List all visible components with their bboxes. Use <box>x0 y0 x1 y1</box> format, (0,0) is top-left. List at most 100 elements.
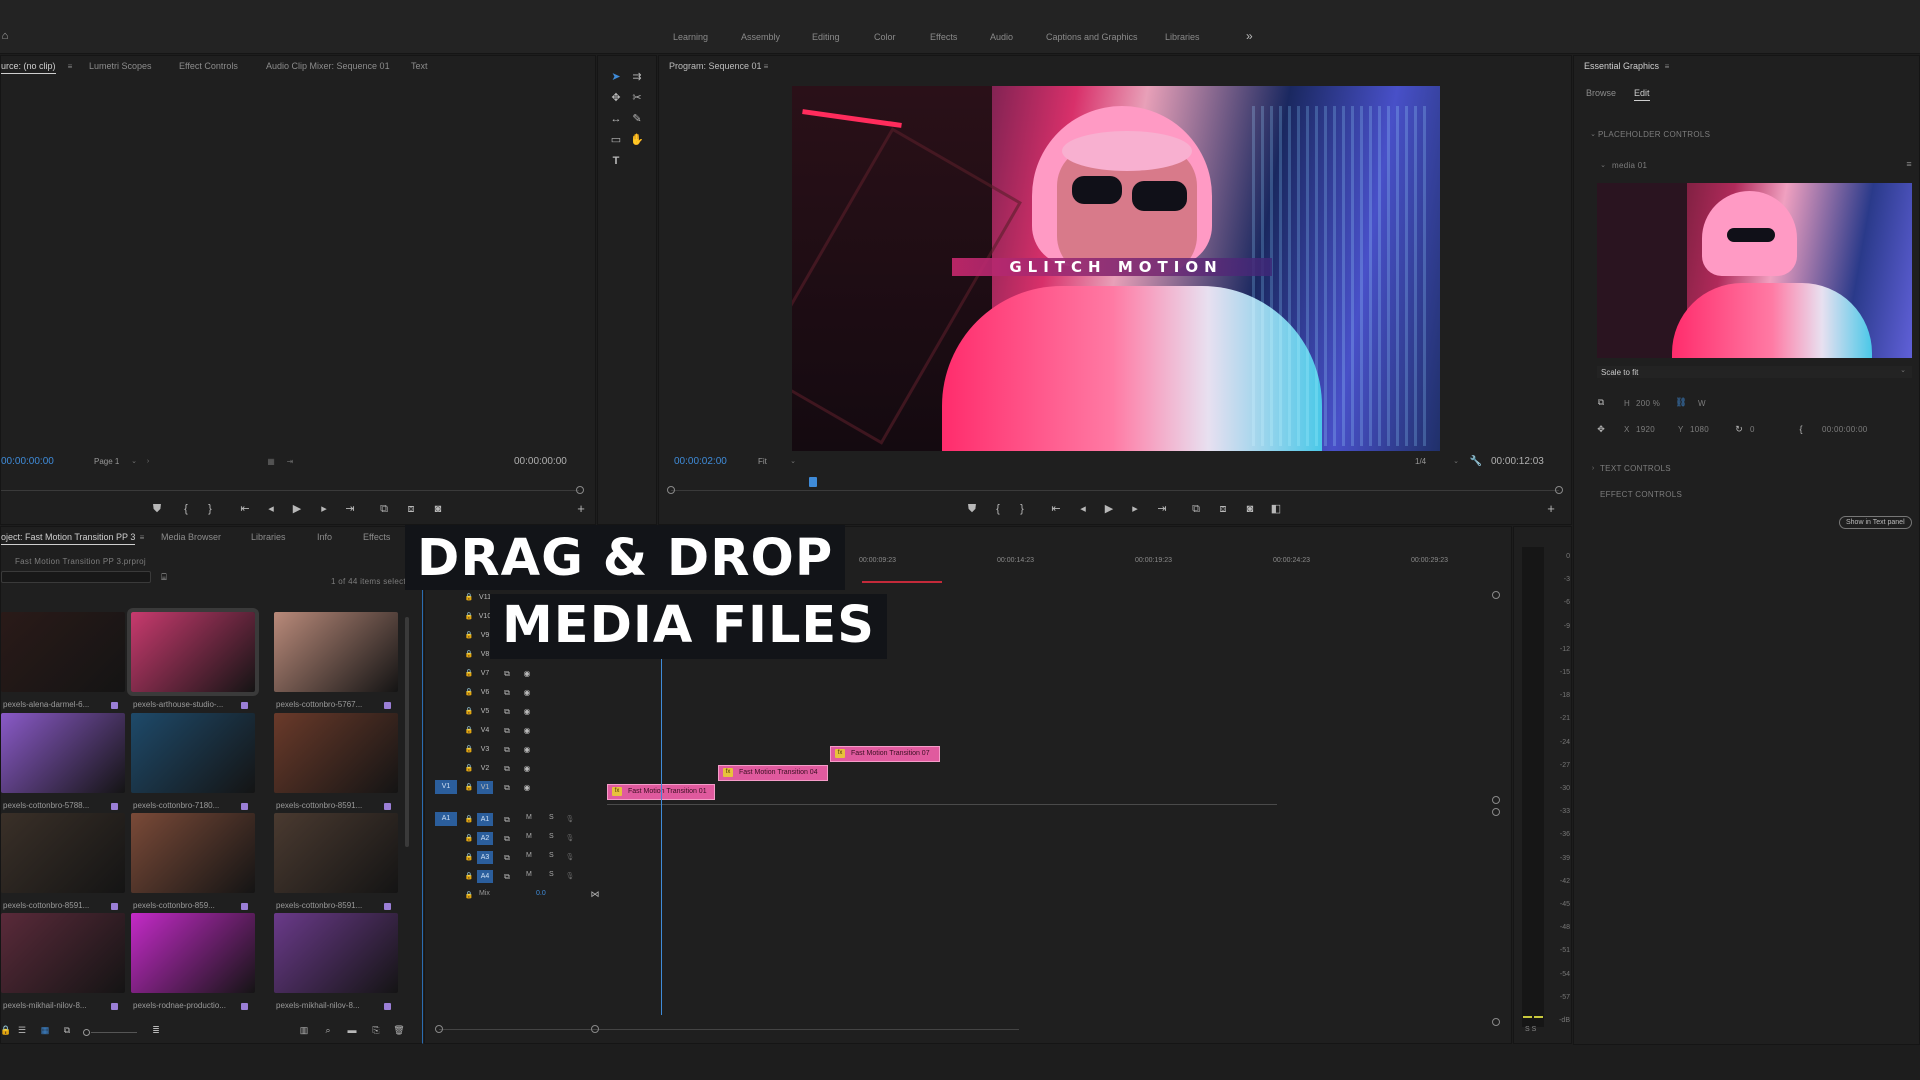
track-name-v2[interactable]: V2 <box>477 762 493 775</box>
safe-margins-icon[interactable]: ▦ <box>264 456 278 468</box>
voice-over-record-icon[interactable]: 🎙 <box>563 852 577 864</box>
mute-button[interactable]: M <box>526 871 532 878</box>
source-patch-v1[interactable]: V1 <box>435 780 457 794</box>
find-icon[interactable]: ⌕ <box>321 1024 335 1036</box>
track-name-v5[interactable]: V5 <box>477 705 493 718</box>
export-frame-icon[interactable]: ⇥ <box>283 456 297 468</box>
mute-button[interactable]: M <box>526 814 532 821</box>
solo-button[interactable]: S <box>549 833 554 840</box>
chevron-down-icon[interactable]: ⌄ <box>1449 456 1463 468</box>
vertical-scroll-handle[interactable] <box>1492 591 1500 599</box>
label-color-badge[interactable] <box>384 903 391 910</box>
clip-fast-motion-transition-04[interactable]: Fast Motion Transition 04 <box>718 765 828 781</box>
solo-buttons[interactable]: S S <box>1525 1026 1536 1033</box>
workspace-audio[interactable]: Audio <box>990 32 1013 42</box>
track-name-v3[interactable]: V3 <box>477 743 493 756</box>
track-lock-icon[interactable]: 🔒 <box>462 782 476 794</box>
go-to-out-icon[interactable]: ⇥ <box>343 503 357 515</box>
mute-button[interactable]: M <box>526 852 532 859</box>
effect-controls-header[interactable]: EFFECT CONTROLS <box>1600 490 1682 499</box>
trash-icon[interactable]: 🗑 <box>392 1024 406 1036</box>
media-layer-label[interactable]: media 01 <box>1612 161 1647 170</box>
selection-tool-icon[interactable]: ➤ <box>609 71 623 83</box>
project-scrollbar[interactable] <box>405 617 409 847</box>
chevron-right-icon[interactable]: › <box>141 456 155 468</box>
media-thumbnail[interactable] <box>127 608 259 696</box>
workspace-learning[interactable]: Learning <box>673 32 708 42</box>
track-name-a2[interactable]: A2 <box>477 832 493 845</box>
track-name-v1[interactable]: V1 <box>477 781 493 794</box>
tab-text[interactable]: Text <box>411 61 428 71</box>
track-name-a1[interactable]: A1 <box>477 813 493 826</box>
eye-icon[interactable]: ◉ <box>520 725 534 737</box>
text-controls-header[interactable]: TEXT CONTROLS <box>1600 464 1671 473</box>
placeholder-controls-header[interactable]: PLACEHOLDER CONTROLS <box>1598 130 1710 139</box>
mix-volume-value[interactable]: 0.0 <box>536 890 546 897</box>
sync-lock-icon[interactable]: ⧉ <box>500 833 514 845</box>
media-thumbnail[interactable] <box>131 813 255 893</box>
solo-button[interactable]: S <box>549 852 554 859</box>
track-lock-icon[interactable]: 🔒 <box>462 706 476 718</box>
zoom-handle-right[interactable] <box>591 1025 599 1033</box>
camera-icon[interactable]: ◙ <box>431 503 445 515</box>
fit-select[interactable]: Fit <box>758 457 767 466</box>
tab-media-browser[interactable]: Media Browser <box>161 532 221 542</box>
resolution-select[interactable]: 1/4 <box>1415 457 1426 466</box>
track-lock-icon[interactable]: 🔒 <box>462 890 476 902</box>
media-thumbnail[interactable] <box>131 913 255 993</box>
media-thumbnail[interactable] <box>1 713 125 793</box>
add-marker-icon[interactable]: ⛊ <box>150 503 164 515</box>
sync-lock-icon[interactable]: ⧉ <box>500 814 514 826</box>
solo-button[interactable]: S <box>549 871 554 878</box>
sync-lock-icon[interactable]: ⧉ <box>500 782 514 794</box>
eye-icon[interactable]: ◉ <box>520 763 534 775</box>
program-video-frame[interactable]: GLITCH MOTION <box>792 86 1440 451</box>
track-name-v7[interactable]: V7 <box>477 667 493 680</box>
program-timecode[interactable]: 00:00:02:00 <box>674 456 727 467</box>
pen-tool-icon[interactable]: ✎ <box>630 113 644 125</box>
work-area-bar[interactable] <box>862 581 942 583</box>
program-playhead[interactable] <box>809 477 818 487</box>
scrub-end-handle[interactable] <box>576 486 584 494</box>
layer-menu-icon[interactable]: ≡ <box>1902 158 1916 170</box>
add-marker-icon[interactable]: ⛊ <box>965 503 979 515</box>
y-value[interactable]: 1080 <box>1690 425 1709 434</box>
clip-fast-motion-transition-07[interactable]: Fast Motion Transition 07 <box>830 746 940 762</box>
timeline-playhead-line[interactable] <box>661 607 662 1015</box>
link-icon[interactable]: ⛓ <box>1674 396 1688 408</box>
media-thumbnail[interactable] <box>274 813 398 893</box>
workspace-color[interactable]: Color <box>874 32 896 42</box>
track-name-v4[interactable]: V4 <box>477 724 493 737</box>
tab-lumetri-scopes[interactable]: Lumetri Scopes <box>89 61 152 71</box>
scale-select[interactable]: Scale to fit ⌄ <box>1597 366 1912 378</box>
mark-in-icon[interactable]: { <box>179 503 193 515</box>
media-thumbnail[interactable] <box>274 713 398 793</box>
tab-edit[interactable]: Edit <box>1634 88 1650 101</box>
extract-icon[interactable]: ⧈ <box>1216 503 1230 515</box>
chevron-down-icon[interactable]: ⌄ <box>127 456 141 468</box>
sync-lock-icon[interactable]: ⧉ <box>500 871 514 883</box>
sync-lock-icon[interactable]: ⧉ <box>500 744 514 756</box>
mark-out-icon[interactable]: } <box>203 503 217 515</box>
search-input[interactable] <box>1 571 151 583</box>
page-select[interactable]: Page 1 <box>94 457 119 466</box>
camera-icon[interactable]: ◙ <box>1243 503 1257 515</box>
label-color-badge[interactable] <box>384 702 391 709</box>
zoom-slider-handle[interactable] <box>83 1029 90 1036</box>
track-lock-icon[interactable]: 🔒 <box>462 833 476 845</box>
track-lock-icon[interactable]: 🔒 <box>462 871 476 883</box>
go-to-out-icon[interactable]: ⇥ <box>1155 503 1169 515</box>
workspace-captions-and-graphics[interactable]: Captions and Graphics <box>1046 32 1138 42</box>
tab-source[interactable]: urce: (no clip) <box>1 61 56 74</box>
eye-icon[interactable]: ◉ <box>520 782 534 794</box>
eye-icon[interactable]: ◉ <box>520 706 534 718</box>
track-lock-icon[interactable]: 🔒 <box>462 668 476 680</box>
list-view-icon[interactable]: ☰ <box>15 1024 29 1036</box>
eye-icon[interactable]: ◉ <box>520 687 534 699</box>
media-thumbnail[interactable] <box>1 813 125 893</box>
workspace-effects[interactable]: Effects <box>930 32 957 42</box>
insert-icon[interactable]: ⧉ <box>377 503 391 515</box>
step-back-icon[interactable]: ◂ <box>264 503 278 515</box>
track-lock-icon[interactable]: 🔒 <box>462 744 476 756</box>
keyframe-icon[interactable]: { <box>1794 423 1808 435</box>
